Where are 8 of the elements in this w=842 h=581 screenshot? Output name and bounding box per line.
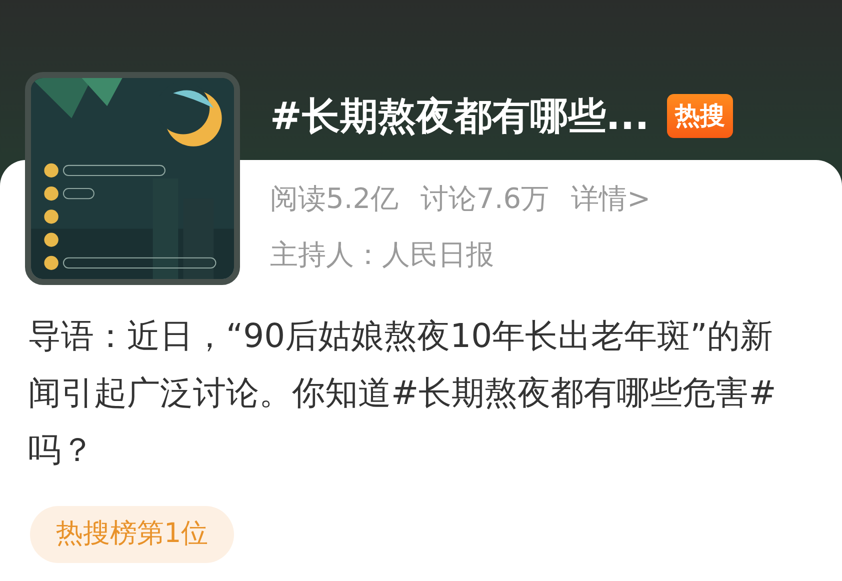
topic-title: #长期熬夜都有哪些... (270, 92, 650, 140)
host-text: 主持人：人民日报 (270, 237, 495, 273)
intro-paragraph: 导语：近日，“90后姑娘熬夜10年长出老年斑”的新闻引起广泛讨论。你知道#长期熬夜都有哪些危害#吗？ (28, 315, 778, 471)
details-link[interactable]: 详情> (571, 178, 651, 220)
hot-badge: 热搜 (667, 94, 734, 138)
rank-tag[interactable]: 热搜榜第1位 (30, 506, 234, 562)
stat-text: 讨论7.6万 (420, 181, 550, 217)
stat-text: 阅读5.2亿 (270, 181, 399, 217)
